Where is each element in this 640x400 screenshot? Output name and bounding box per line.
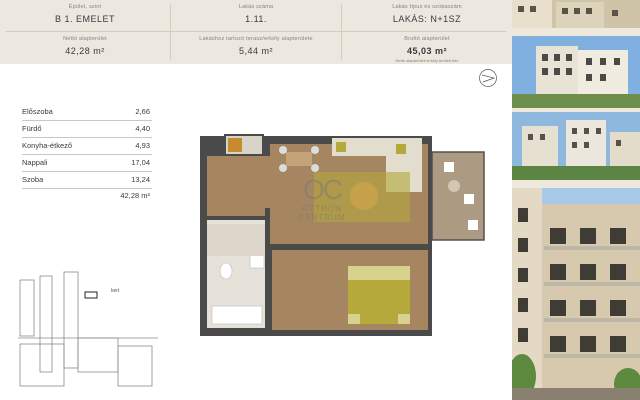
building-photo — [512, 36, 640, 108]
total-area: 42,28 m² — [120, 191, 150, 200]
building-floor-cell: Épület, szint B 1. EMELET — [0, 0, 170, 31]
building-photo — [512, 112, 640, 180]
room-row: Szoba 13,24 — [22, 172, 152, 189]
gross-area-value: 45,03 m² — [406, 46, 448, 56]
terrace-area-value: 5,44 m² — [238, 46, 273, 56]
net-area-label: Nettó alapterület — [63, 36, 107, 42]
room-row: Konyha-étkező 4,93 — [22, 138, 152, 155]
room-name: Fürdő — [22, 124, 42, 133]
terrace-area-label: Lakáshoz tartozó terasz/erkély alapterül… — [199, 36, 313, 42]
floor-plan — [200, 134, 485, 336]
room-areas-table: Előszoba 2,66 Fürdő 4,40 Konyha-étkező 4… — [22, 104, 152, 200]
watermark: OC OTTHON CENTRUM — [296, 174, 348, 223]
apartment-number-cell: Lakás száma 1.11. — [171, 0, 341, 31]
apartment-type-cell: Lakás típus és szobaszám LAKÁS: N+1SZ — [342, 0, 512, 31]
compass-icon — [479, 69, 497, 87]
building-floor-value: B 1. EMELET — [54, 14, 116, 24]
room-row: Előszoba 2,66 — [22, 104, 152, 121]
room-name: Előszoba — [22, 107, 53, 116]
siteplan-label: kert — [111, 288, 120, 294]
apartment-number-value: 1.11. — [245, 14, 267, 24]
watermark-line1: OTTHON — [302, 204, 342, 213]
room-name: Konyha-étkező — [22, 141, 73, 150]
gross-area-note: Nettó alapterület+erkély területi fele — [395, 58, 459, 63]
building-photos — [512, 0, 640, 400]
watermark-line2: CENTRUM — [298, 213, 346, 222]
room-area: 4,93 — [135, 141, 150, 150]
room-name: Nappali — [22, 158, 48, 167]
room-area: 4,40 — [135, 124, 150, 133]
room-area: 2,66 — [135, 107, 150, 116]
header-divider — [341, 4, 342, 60]
apartment-type-value: LAKÁS: N+1SZ — [392, 14, 462, 24]
info-header: Épület, szint B 1. EMELET Lakás száma 1.… — [0, 0, 512, 64]
gross-area-label: Bruttó alapterület — [404, 36, 450, 42]
building-photo — [512, 188, 640, 400]
room-area: 17,04 — [131, 158, 150, 167]
header-divider — [6, 31, 506, 32]
gross-area-cell: Bruttó alapterület 45,03 m² Nettó alapte… — [342, 32, 512, 63]
room-area: 13,24 — [131, 175, 150, 184]
terrace-area-cell: Lakáshoz tartozó terasz/erkély alapterül… — [171, 32, 341, 63]
room-name: Szoba — [22, 175, 44, 184]
building-floor-label: Épület, szint — [68, 4, 102, 10]
net-area-cell: Nettó alapterület 42,28 m² — [0, 32, 170, 63]
building-photo — [512, 0, 640, 28]
site-plan — [18, 271, 158, 387]
room-row: Fürdő 4,40 — [22, 121, 152, 138]
room-row: Nappali 17,04 — [22, 155, 152, 172]
apartment-type-label: Lakás típus és szobaszám — [392, 4, 462, 10]
header-divider — [170, 4, 171, 60]
watermark-logo: OC — [303, 174, 343, 205]
apartment-number-label: Lakás száma — [238, 4, 274, 10]
net-area-value: 42,28 m² — [65, 46, 105, 56]
